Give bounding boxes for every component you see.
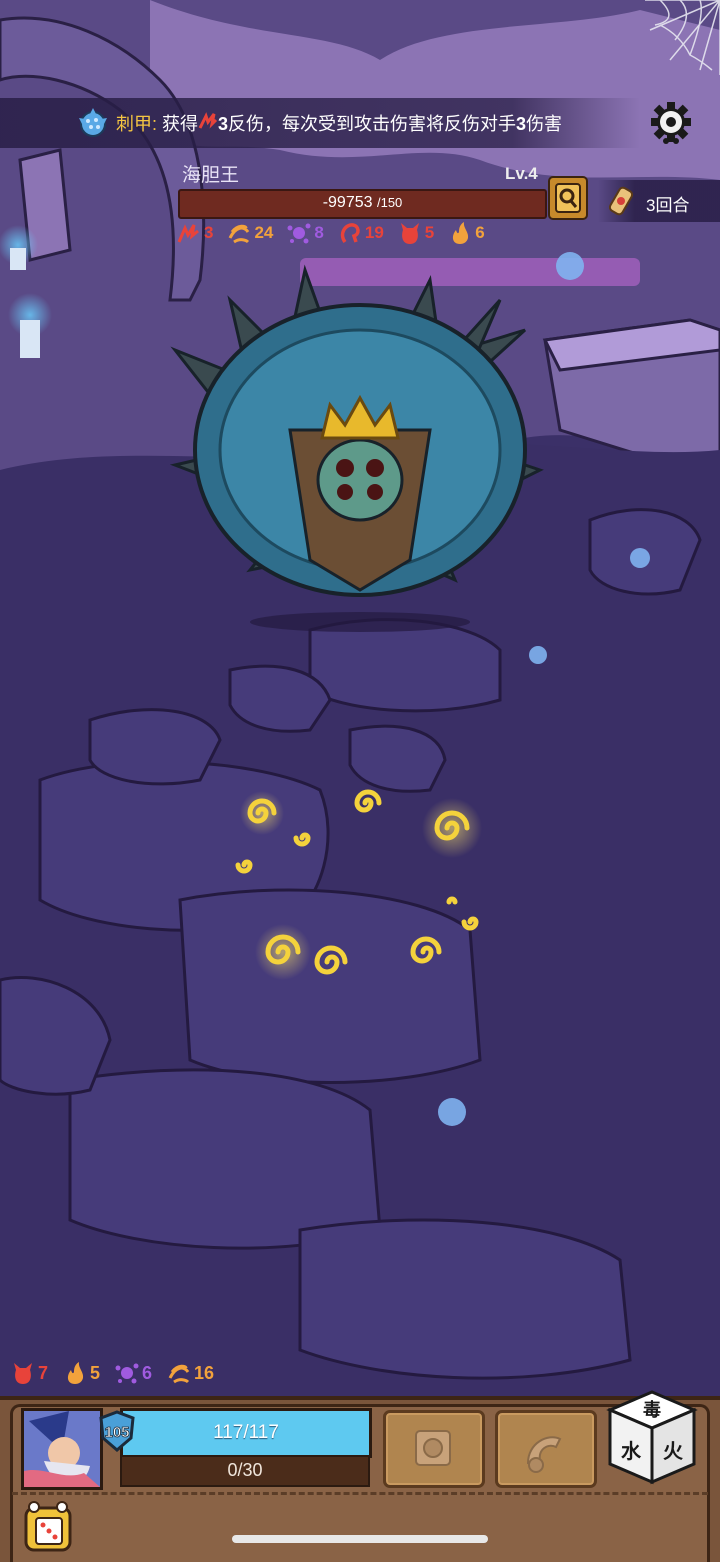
boss-hp-max: /150	[376, 195, 403, 210]
player-avatar[interactable]	[21, 1408, 103, 1490]
tip-text-b: 反伤，每次受到攻击伤害将反伤对手	[228, 114, 517, 134]
flame-icon	[453, 222, 469, 244]
player-stat: 16	[166, 1360, 214, 1386]
gear-block-icon	[415, 1430, 451, 1466]
boss-name: 海胆王	[182, 165, 240, 186]
boss-stat-value: 3	[204, 223, 214, 242]
shield-icon: 105	[99, 1410, 135, 1452]
boss-stat: 8	[286, 220, 324, 246]
player-stats: 7 5 6 16	[10, 1360, 214, 1386]
devil-icon	[14, 1363, 32, 1384]
skill-tip-text: 刺甲: 获得 3反伤，每次受到攻击伤害将反伤对手3伤害	[116, 110, 562, 136]
splat-icon	[115, 1363, 139, 1384]
dice-icon: 毒 水 火	[606, 1390, 698, 1485]
scroll-icon	[608, 186, 634, 216]
round-label: 3回合	[646, 196, 690, 215]
home-indicator[interactable]	[232, 1535, 488, 1543]
wind-icon	[168, 1364, 190, 1384]
gear-icon[interactable]	[648, 100, 694, 146]
dice-bag-icon	[24, 1501, 72, 1552]
devil-icon	[400, 223, 419, 244]
player-stat: 7	[10, 1360, 48, 1386]
flame-icon	[67, 1362, 84, 1384]
player-stat-value: 7	[38, 1362, 49, 1383]
skill-tip-banner: 刺甲: 获得 3反伤，每次受到攻击伤害将反伤对手3伤害	[0, 98, 640, 148]
boss-stat-value: 6	[475, 223, 485, 242]
claw-icon	[177, 224, 199, 243]
player-hp-text: 117/117	[213, 1422, 279, 1443]
boss-stat-value: 24	[254, 223, 274, 242]
tip-value2: 3	[516, 114, 527, 134]
player-level: 105	[104, 1424, 129, 1441]
tip-text-c: 伤害	[526, 114, 563, 134]
splat-icon	[287, 223, 311, 244]
player-xp-bar: 0/30	[120, 1455, 370, 1487]
boss-stats: 3 24 8 19 5 6	[176, 220, 485, 246]
skill-keyword: 刺甲:	[116, 114, 158, 134]
player-hp-bar: 117/117	[120, 1408, 372, 1458]
inspect-button[interactable]	[548, 176, 588, 220]
spiked-armor-icon	[79, 108, 107, 137]
dice-face-top: 毒	[643, 1399, 661, 1421]
tip-value: 3	[218, 114, 229, 134]
skill-slot-1[interactable]	[383, 1410, 485, 1488]
wizard-portrait-icon	[24, 1411, 100, 1487]
dice-bag-button[interactable]	[20, 1498, 78, 1554]
player-stat-value: 16	[194, 1362, 215, 1383]
boss-stat-value: 8	[314, 223, 324, 242]
skill-slot-2[interactable]	[495, 1410, 597, 1488]
roll-dice-button[interactable]: 毒 水 火	[606, 1388, 698, 1486]
player-stat-value: 6	[142, 1362, 153, 1383]
boss-stat: 5	[397, 220, 434, 246]
claw-icon	[198, 112, 218, 129]
player-xp-text: 0/30	[227, 1460, 263, 1480]
player-level-badge: 105	[98, 1410, 136, 1452]
hook-arm-icon	[526, 1436, 562, 1473]
tip-text-a: 获得	[162, 114, 199, 134]
hook-icon	[340, 223, 360, 244]
boss-stat: 24	[226, 220, 273, 246]
boss-stat: 6	[447, 220, 485, 246]
player-stat: 6	[114, 1360, 152, 1386]
boss-stat: 3	[176, 220, 213, 246]
round-counter: 3回合	[598, 180, 720, 222]
boss-stat-value: 5	[424, 223, 435, 242]
boss-hp-bar: -99753 /150	[178, 189, 547, 219]
dice-face-right: 火	[663, 1439, 684, 1463]
dice-face-left: 水	[621, 1439, 642, 1463]
boss-level: Lv.4	[505, 164, 538, 183]
wind-icon	[229, 224, 250, 244]
boss-hp-current: -99753	[322, 194, 373, 211]
player-stat: 5	[62, 1360, 100, 1386]
boss-stat: 19	[337, 220, 384, 246]
player-stat-value: 5	[90, 1362, 101, 1383]
boss-stat-value: 19	[364, 223, 384, 242]
magnifier-icon	[555, 183, 581, 213]
